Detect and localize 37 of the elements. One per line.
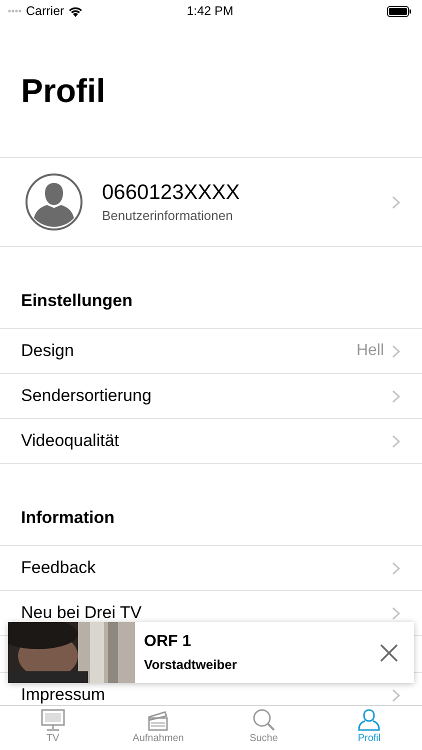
channel-name: ORF 1 (144, 633, 192, 651)
settings-row[interactable]: Design Hell (0, 328, 422, 373)
search-icon (250, 708, 277, 732)
section-header: Information (20, 508, 116, 529)
person-icon (356, 708, 382, 732)
battery-icon (387, 6, 412, 16)
profile-row[interactable]: 0660123XXXX Benutzerinformationen (0, 157, 422, 247)
section-header: Einstellungen (20, 291, 134, 312)
row-label: Feedback (21, 558, 97, 578)
settings-row[interactable]: Sendersortierung (0, 373, 422, 418)
chevron-icon (392, 562, 400, 574)
chevron-icon (392, 434, 400, 448)
row-label: Neu bei Drei TV (21, 603, 143, 623)
chevron-icon (392, 196, 400, 208)
row-label: Design (21, 341, 75, 361)
signal-icon (8, 9, 22, 13)
page-title: Profil (21, 71, 106, 111)
row-label: Impressum (21, 685, 106, 705)
chevron-icon (392, 688, 400, 702)
show-title: Vorstadtweiber (144, 657, 238, 672)
profile-subtitle: Benutzerinformationen (102, 208, 234, 223)
settings-row[interactable]: Videoqualität (0, 418, 422, 464)
close-icon (380, 644, 398, 662)
monitor-icon (40, 708, 66, 732)
status-time: 1:42 PM (186, 4, 234, 18)
chevron-icon (392, 344, 400, 358)
settings-row[interactable]: Feedback (0, 545, 422, 590)
row-label: Sendersortierung (21, 386, 152, 406)
avatar-icon (25, 173, 83, 231)
row-label: Videoqualität (21, 431, 120, 451)
phone-number: 0660123XXXX (102, 181, 241, 205)
chevron-icon (392, 606, 400, 620)
row-value: Hell (356, 342, 384, 360)
now-playing-toast[interactable]: ORF 1 Vorstadtweiber (8, 622, 414, 683)
chevron-icon (392, 390, 400, 402)
wifi-icon (68, 6, 84, 16)
carrier-name: Carrier (26, 4, 64, 18)
